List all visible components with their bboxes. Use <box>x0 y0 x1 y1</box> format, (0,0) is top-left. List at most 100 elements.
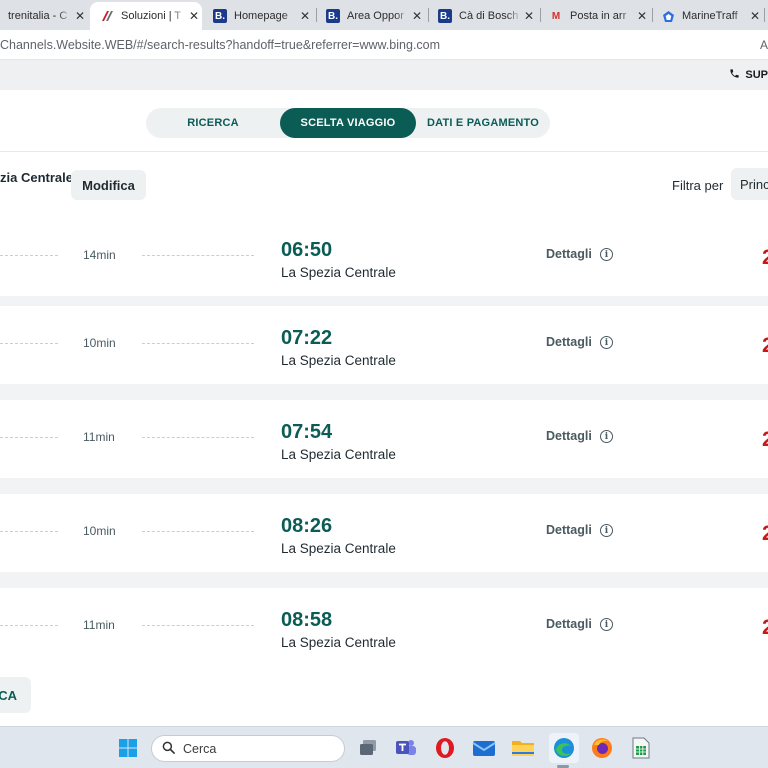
tab-close-icon[interactable]: ✕ <box>72 9 88 23</box>
filter-label: Filtra per <box>672 178 724 193</box>
route-line <box>0 625 58 626</box>
edge-icon[interactable] <box>549 733 579 763</box>
info-icon[interactable]: i <box>600 336 613 349</box>
booking-favicon-icon: B. <box>213 9 227 23</box>
tab-separator <box>428 8 429 22</box>
booking-favicon-icon: B. <box>326 9 340 23</box>
browser-tab-marinetraffic[interactable]: MarineTraff ✕ <box>655 2 763 30</box>
info-icon[interactable]: i <box>600 618 613 631</box>
task-view-icon[interactable] <box>355 735 381 761</box>
support-link[interactable]: SUP <box>729 68 768 82</box>
booking-favicon-icon: B. <box>438 9 452 23</box>
price: 2 <box>762 428 768 451</box>
arrival-station: La Spezia Centrale <box>281 541 396 556</box>
tab-close-icon[interactable]: ✕ <box>634 9 650 23</box>
arrival-station: La Spezia Centrale <box>281 635 396 650</box>
firefox-icon[interactable] <box>589 735 615 761</box>
reader-mode-icon[interactable]: A <box>760 38 768 52</box>
tab-close-icon[interactable]: ✕ <box>409 9 425 23</box>
tab-title: trenitalia - C <box>8 10 68 22</box>
route-line <box>142 437 254 438</box>
details-link[interactable]: Dettagli <box>546 335 592 349</box>
browser-tab-ca-di-bosch[interactable]: B. Cà di Bosch ✕ <box>430 2 537 30</box>
tab-close-icon[interactable]: ✕ <box>186 9 202 23</box>
price: 2 <box>762 616 768 639</box>
booking-stepper-bar: RICERCA SCELTA VIAGGIO DATI E PAGAMENTO <box>0 90 768 152</box>
tab-separator <box>652 8 653 22</box>
opera-icon[interactable] <box>432 735 458 761</box>
tab-title: Homepage <box>234 10 288 22</box>
route-line <box>0 255 58 256</box>
browser-tab-area-opportunita[interactable]: B. Area Oppor ✕ <box>318 2 425 30</box>
tab-title: Posta in arr <box>570 10 627 22</box>
arrival-time: 08:26 <box>281 515 333 537</box>
tab-separator <box>540 8 541 22</box>
step-dati-pagamento[interactable]: DATI E PAGAMENTO <box>416 108 550 138</box>
result-card[interactable]: 11min 08:58 La Spezia Centrale Dettagli … <box>0 588 768 666</box>
result-card[interactable]: 10min 08:26 La Spezia Centrale Dettagli … <box>0 494 768 572</box>
step-ricerca[interactable]: RICERCA <box>146 108 280 138</box>
route-line <box>0 343 58 344</box>
arrival-station: La Spezia Centrale <box>281 265 396 280</box>
result-card[interactable]: 10min 07:22 La Spezia Centrale Dettagli … <box>0 306 768 384</box>
result-card[interactable]: 14min 06:50 La Spezia Centrale Dettagli … <box>0 218 768 296</box>
arrival-time: 06:50 <box>281 239 333 261</box>
marinetraffic-icon <box>661 9 675 23</box>
arrival-time: 07:22 <box>281 327 333 349</box>
details-link[interactable]: Dettagli <box>546 617 592 631</box>
windows-taskbar: Cerca <box>0 726 768 768</box>
search-placeholder: Cerca <box>183 741 217 756</box>
tab-close-icon[interactable]: ✕ <box>747 9 763 23</box>
tab-title: Cà di Bosch <box>459 10 519 22</box>
search-more-button[interactable]: CA <box>0 677 31 713</box>
start-icon[interactable] <box>115 735 141 761</box>
result-card[interactable]: 11min 07:54 La Spezia Centrale Dettagli … <box>0 400 768 478</box>
sort-dropdown[interactable]: Princ <box>731 168 768 200</box>
browser-tab-gmail[interactable]: M Posta in arr ✕ <box>542 2 650 30</box>
price: 2 <box>762 334 768 357</box>
browser-tab-soluzioni[interactable]: Soluzioni | T ✕ <box>90 2 202 30</box>
browser-tab-homepage[interactable]: B. Homepage ✕ <box>205 2 313 30</box>
arrival-time: 08:58 <box>281 609 333 631</box>
address-bar: Channels.Website.WEB/#/search-results?ha… <box>0 30 768 60</box>
details-link[interactable]: Dettagli <box>546 523 592 537</box>
booking-stepper: RICERCA SCELTA VIAGGIO DATI E PAGAMENTO <box>146 108 550 138</box>
details-link[interactable]: Dettagli <box>546 429 592 443</box>
modify-search-button[interactable]: Modifica <box>71 170 146 200</box>
step-scelta-viaggio[interactable]: SCELTA VIAGGIO <box>280 108 416 138</box>
url-field[interactable]: Channels.Website.WEB/#/search-results?ha… <box>0 38 440 52</box>
price: 2 <box>762 246 768 269</box>
price: 2 <box>762 522 768 545</box>
trip-duration: 11min <box>83 618 115 632</box>
tab-separator <box>764 8 765 22</box>
arrival-station: La Spezia Centrale <box>281 447 396 462</box>
tab-title: Soluzioni | T <box>121 10 182 22</box>
route-line <box>142 625 254 626</box>
info-icon[interactable]: i <box>600 430 613 443</box>
phone-icon <box>729 68 740 82</box>
tab-close-icon[interactable]: ✕ <box>521 9 537 23</box>
tab-close-icon[interactable]: ✕ <box>297 9 313 23</box>
libreoffice-calc-icon[interactable] <box>628 735 654 761</box>
frecce-logo-icon <box>100 9 114 23</box>
info-icon[interactable]: i <box>600 248 613 261</box>
tab-title: Area Oppor <box>347 10 404 22</box>
route-line <box>142 255 254 256</box>
info-icon[interactable]: i <box>600 524 613 537</box>
results-list: 14min 06:50 La Spezia Centrale Dettagli … <box>0 218 768 666</box>
teams-icon[interactable] <box>393 735 419 761</box>
gmail-icon: M <box>551 10 561 22</box>
arrival-station: La Spezia Centrale <box>281 353 396 368</box>
taskbar-search-input[interactable]: Cerca <box>151 735 345 762</box>
support-label: SUP <box>745 69 768 81</box>
mail-icon[interactable] <box>471 735 497 761</box>
trip-duration: 14min <box>83 248 116 262</box>
route-title: zia Centrale <box>0 170 73 185</box>
browser-tab-trenitalia[interactable]: trenitalia - C ✕ <box>0 2 88 30</box>
tab-separator <box>316 8 317 22</box>
file-explorer-icon[interactable] <box>510 735 536 761</box>
details-link[interactable]: Dettagli <box>546 247 592 261</box>
tab-title: MarineTraff <box>682 10 738 22</box>
trip-duration: 10min <box>83 336 116 350</box>
route-line <box>0 531 58 532</box>
